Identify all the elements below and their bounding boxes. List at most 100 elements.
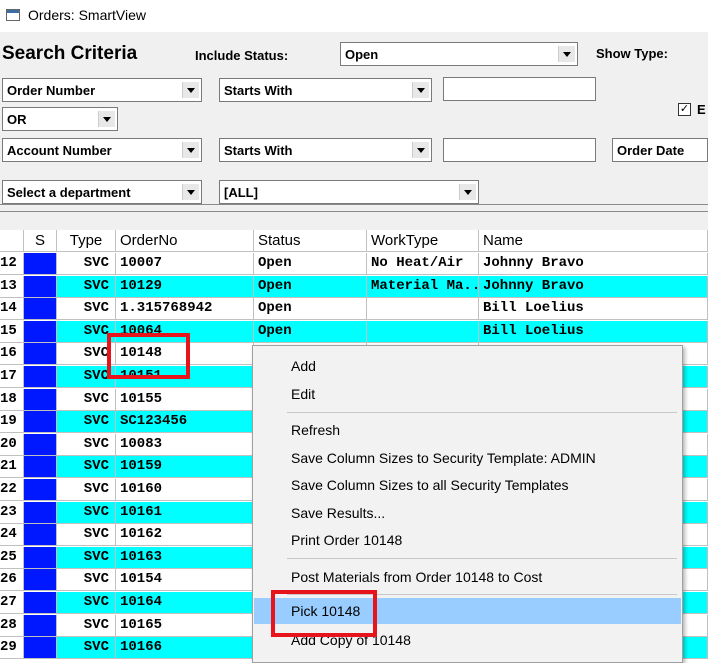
search-field-2-select[interactable]: Account Number [2,138,202,162]
table-row[interactable]: 13 SVC 10129 Open Material Ma... Johnny Bravo [0,275,708,298]
status-color-cell[interactable] [24,275,57,298]
status-color-cell[interactable] [24,366,57,388]
status-color-cell[interactable] [24,569,57,592]
status-color-cell[interactable] [24,479,57,501]
status-color-cell[interactable] [24,298,57,321]
row-number-cell[interactable]: 12 [0,253,24,275]
status-color-cell[interactable] [24,524,57,547]
menu-item-print-order[interactable]: Print Order 10148 [254,527,681,553]
column-header-name[interactable]: Name [479,230,708,252]
status-color-cell[interactable] [24,592,57,614]
orderno-cell[interactable]: 10155 [116,388,254,411]
type-cell[interactable]: SVC [57,388,116,411]
chevron-down-icon[interactable] [459,184,476,200]
status-color-cell[interactable] [24,253,57,275]
type-cell[interactable]: SVC [57,456,116,479]
status-color-cell[interactable] [24,614,57,637]
row-number-cell[interactable]: 18 [0,388,24,411]
department-select[interactable]: Select a department [2,180,202,204]
status-color-cell[interactable] [24,388,57,411]
type-cell[interactable]: SVC [57,411,116,434]
status-cell[interactable]: Open [254,253,367,275]
row-number-cell[interactable]: 27 [0,592,24,614]
table-row[interactable]: 12 SVC 10007 Open No Heat/Air Johnny Bravo [0,253,708,275]
status-color-cell[interactable] [24,546,57,569]
department-filter-select[interactable]: [ALL] [219,180,479,204]
status-cell[interactable]: Open [254,298,367,321]
type-cell[interactable]: SVC [57,546,116,569]
row-number-cell[interactable]: 26 [0,569,24,592]
operator-1-select[interactable]: Starts With [219,78,432,102]
worktype-cell[interactable] [367,320,479,343]
row-number-cell[interactable]: 15 [0,320,24,343]
worktype-cell[interactable]: Material Ma... [367,275,479,298]
chevron-down-icon[interactable] [98,111,115,127]
orderno-cell[interactable]: 10166 [116,637,254,660]
type-cell[interactable]: SVC [57,479,116,501]
name-cell[interactable]: Bill Loelius [479,320,708,343]
status-color-cell[interactable] [24,501,57,524]
orderno-cell[interactable]: 10160 [116,479,254,501]
search-value-2-input[interactable] [443,138,596,162]
type-cell[interactable]: SVC [57,501,116,524]
search-value-1-input[interactable] [443,77,596,101]
type-cell[interactable]: SVC [57,592,116,614]
row-number-cell[interactable]: 19 [0,411,24,434]
type-cell[interactable]: SVC [57,569,116,592]
status-cell[interactable]: Open [254,275,367,298]
e-checkbox[interactable]: ✓ [678,103,691,116]
operator-2-select[interactable]: Starts With [219,138,432,162]
type-cell[interactable]: SVC [57,433,116,456]
chevron-down-icon[interactable] [558,46,575,62]
worktype-cell[interactable]: No Heat/Air [367,253,479,275]
type-cell[interactable]: SVC [57,524,116,547]
orderno-cell[interactable]: 10129 [116,275,254,298]
panel-splitter[interactable] [0,204,708,212]
row-number-cell[interactable]: 20 [0,433,24,456]
column-header-orderno[interactable]: OrderNo [116,230,254,252]
status-color-cell[interactable] [24,320,57,343]
row-number-cell[interactable]: 16 [0,343,24,366]
search-field-1-select[interactable]: Order Number [2,78,202,102]
name-cell[interactable]: Johnny Bravo [479,253,708,275]
status-color-cell[interactable] [24,411,57,434]
row-number-cell[interactable]: 22 [0,479,24,501]
include-status-select[interactable]: Open [340,42,578,66]
orderno-cell[interactable]: 10162 [116,524,254,547]
menu-item-post-materials[interactable]: Post Materials from Order 10148 to Cost [254,564,681,590]
orderno-cell[interactable]: 10154 [116,569,254,592]
orderno-cell[interactable]: 10161 [116,501,254,524]
row-number-cell[interactable]: 25 [0,546,24,569]
orderno-cell[interactable]: 10163 [116,546,254,569]
orderno-cell[interactable]: 10083 [116,433,254,456]
type-cell[interactable]: SVC [57,275,116,298]
chevron-down-icon[interactable] [182,142,199,158]
status-cell[interactable]: Open [254,320,367,343]
status-color-cell[interactable] [24,637,57,660]
menu-item-refresh[interactable]: Refresh [254,417,681,443]
chevron-down-icon[interactable] [412,142,429,158]
orderno-cell[interactable]: 10007 [116,253,254,275]
worktype-cell[interactable] [367,298,479,321]
chevron-down-icon[interactable] [412,82,429,98]
orderno-cell[interactable]: 10164 [116,592,254,614]
table-row[interactable]: 14 SVC 1.315768942 Open Bill Loelius [0,298,708,321]
status-color-cell[interactable] [24,456,57,479]
name-cell[interactable]: Johnny Bravo [479,275,708,298]
column-header-s[interactable]: S [24,230,57,252]
status-color-cell[interactable] [24,433,57,456]
type-cell[interactable]: SVC [57,614,116,637]
chevron-down-icon[interactable] [182,82,199,98]
menu-item-save-column-sizes-admin[interactable]: Save Column Sizes to Security Template: … [254,445,681,471]
row-number-cell[interactable]: 23 [0,501,24,524]
menu-item-save-results[interactable]: Save Results... [254,500,681,526]
row-number-cell[interactable]: 14 [0,298,24,321]
logic-select[interactable]: OR [2,107,118,131]
row-number-cell[interactable]: 28 [0,614,24,637]
type-cell[interactable]: SVC [57,298,116,321]
orderno-cell[interactable]: SC123456 [116,411,254,434]
type-cell[interactable]: SVC [57,637,116,660]
orderno-cell[interactable]: 10165 [116,614,254,637]
name-cell[interactable]: Bill Loelius [479,298,708,321]
menu-item-edit[interactable]: Edit [254,381,681,407]
